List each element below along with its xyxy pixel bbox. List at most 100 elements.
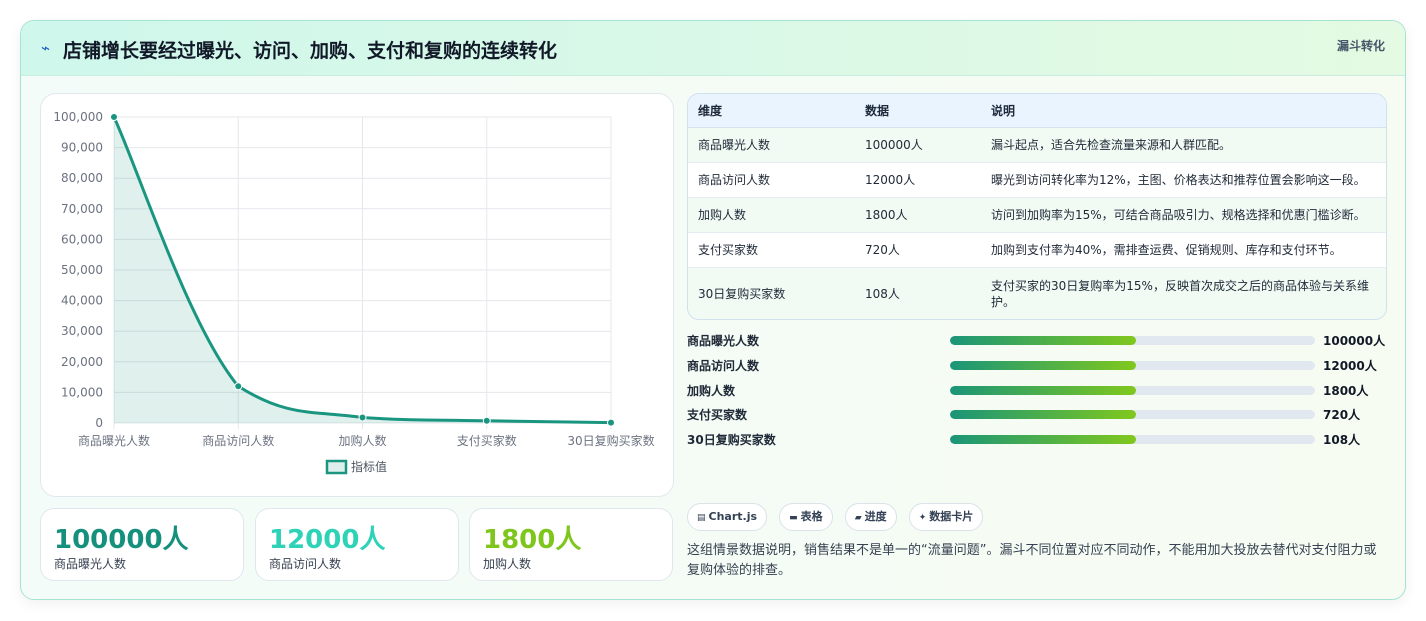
progress-fill bbox=[950, 385, 1137, 395]
sparkle-icon: ✦ bbox=[918, 513, 927, 523]
column-header: 说明 bbox=[981, 94, 1386, 128]
progress-value: 720人 bbox=[1323, 408, 1361, 423]
stat-label: 商品曝光人数 bbox=[54, 557, 127, 571]
tech-chips: ▤ Chart.js ▬ 表格 ▰ 进度 ✦ 数据卡片 bbox=[687, 503, 990, 531]
y-tick-label: 10,000 bbox=[61, 385, 103, 399]
data-table: 维度 数据 说明 商品曝光人数 100000人 漏斗起点，适合先检查流量来源和人… bbox=[687, 93, 1387, 320]
y-tick-label: 0 bbox=[95, 416, 103, 430]
stat-value: 100000人 bbox=[54, 525, 189, 555]
stat-value: 12000人 bbox=[269, 525, 386, 555]
progress-value: 1800人 bbox=[1323, 383, 1369, 398]
table-cell: 1800人 bbox=[855, 197, 981, 233]
progress-track bbox=[950, 410, 1315, 420]
data-point bbox=[110, 113, 118, 121]
stat-label: 加购人数 bbox=[483, 557, 532, 571]
page-title: 店铺增长要经过曝光、访问、加购、支付和复购的连续转化 bbox=[63, 40, 558, 62]
x-tick-label: 商品曝光人数 bbox=[78, 433, 150, 448]
chip-data-card[interactable]: ✦ 数据卡片 bbox=[908, 503, 984, 531]
progress-row: 支付买家数 720人 bbox=[687, 403, 1387, 428]
y-tick-label: 100,000 bbox=[53, 110, 103, 124]
table-cell: 30日复购买家数 bbox=[688, 267, 855, 319]
table-icon: ▬ bbox=[789, 513, 798, 523]
funnel-card: ⌁ 店铺增长要经过曝光、访问、加购、支付和复购的连续转化 漏斗转化 0 10,00… bbox=[20, 20, 1406, 600]
table-cell: 漏斗起点，适合先检查流量来源和人群匹配。 bbox=[981, 127, 1386, 163]
y-tick-label: 60,000 bbox=[61, 232, 103, 246]
card-header: ⌁ 店铺增长要经过曝光、访问、加购、支付和复购的连续转化 漏斗转化 bbox=[21, 21, 1405, 76]
description-text: 这组情景数据说明，销售结果不是单一的“流量问题”。漏斗不同位置对应不同动作，不能… bbox=[687, 543, 1377, 578]
y-tick-label: 40,000 bbox=[61, 294, 103, 308]
table-cell: 支付买家数 bbox=[688, 232, 855, 268]
progress-track bbox=[950, 385, 1315, 395]
progress-label: 支付买家数 bbox=[687, 408, 748, 423]
stat-card-visit: 12000人 商品访问人数 bbox=[255, 508, 459, 581]
progress-label: 商品曝光人数 bbox=[687, 334, 760, 348]
lightning-icon: ⌁ bbox=[41, 39, 51, 57]
data-point bbox=[234, 382, 243, 391]
legend-swatch bbox=[325, 459, 348, 475]
progress-row: 30日复购买家数 108人 bbox=[687, 428, 1387, 453]
progress-label: 加购人数 bbox=[687, 383, 736, 398]
table-cell: 12000人 bbox=[855, 162, 981, 198]
table-cell: 访问到加购率为15%，可结合商品吸引力、规格选择和优惠门槛诊断。 bbox=[981, 197, 1386, 233]
progress-list: 商品曝光人数 100000人 商品访问人数 12000人 加购人数 1800人 … bbox=[687, 329, 1387, 453]
progress-row: 商品访问人数 12000人 bbox=[687, 354, 1387, 379]
table-cell: 曝光到访问转化率为12%，主图、价格表达和推荐位置会影响这一段。 bbox=[981, 162, 1386, 198]
x-tick-label: 30日复购买家数 bbox=[567, 433, 654, 448]
y-tick-label: 50,000 bbox=[61, 263, 103, 277]
chart-canvas: 0 10,000 20,000 30,000 40,000 50,000 60,000 70,… bbox=[53, 110, 655, 475]
table-header-row: 维度 数据 说明 bbox=[688, 94, 1386, 128]
column-header: 维度 bbox=[688, 94, 855, 128]
progress-row: 加购人数 1800人 bbox=[687, 379, 1387, 404]
progress-label: 30日复购买家数 bbox=[687, 433, 776, 448]
table-row: 30日复购买家数 108人 支付买家的30日复购率为15%，反映首次成交之后的商… bbox=[688, 267, 1386, 319]
progress-track bbox=[950, 336, 1315, 345]
progress-value: 12000人 bbox=[1323, 358, 1377, 373]
y-tick-label: 90,000 bbox=[61, 141, 103, 155]
folder-icon: ▰ bbox=[854, 513, 862, 523]
data-point bbox=[607, 418, 615, 427]
x-tick-label: 支付买家数 bbox=[457, 433, 517, 448]
table-cell: 加购人数 bbox=[688, 197, 855, 233]
table-cell: 100000人 bbox=[855, 127, 981, 163]
table-row: 商品曝光人数 100000人 漏斗起点，适合先检查流量来源和人群匹配。 bbox=[688, 127, 1386, 163]
column-header: 数据 bbox=[855, 94, 981, 128]
y-tick-label: 30,000 bbox=[61, 324, 103, 338]
table-cell: 108人 bbox=[855, 267, 981, 319]
table-cell: 商品访问人数 bbox=[688, 162, 855, 198]
progress-track bbox=[950, 435, 1315, 445]
table-row: 加购人数 1800人 访问到加购率为15%，可结合商品吸引力、规格选择和优惠门槛… bbox=[688, 197, 1386, 233]
y-tick-label: 80,000 bbox=[61, 171, 103, 185]
progress-fill bbox=[950, 360, 1137, 370]
table-row: 支付买家数 720人 加购到支付率为40%，需排查运费、促销规则、库存和支付环节… bbox=[688, 232, 1386, 268]
x-tick-label: 加购人数 bbox=[338, 433, 386, 448]
table-cell: 720人 bbox=[855, 232, 981, 268]
progress-value: 108人 bbox=[1323, 433, 1361, 448]
progress-label: 商品访问人数 bbox=[687, 358, 760, 373]
chip-chartjs[interactable]: ▤ Chart.js bbox=[687, 503, 768, 531]
data-point bbox=[482, 416, 491, 425]
chip-table[interactable]: ▬ 表格 bbox=[779, 503, 833, 531]
stat-label: 商品访问人数 bbox=[269, 557, 342, 571]
chart-icon: ▤ bbox=[697, 513, 706, 523]
y-tick-label: 20,000 bbox=[61, 355, 103, 369]
progress-fill bbox=[950, 336, 1137, 345]
table-row: 商品访问人数 12000人 曝光到访问转化率为12%，主图、价格表达和推荐位置会… bbox=[688, 162, 1386, 198]
stat-card-cart: 1800人 加购人数 bbox=[469, 508, 673, 581]
chip-progress[interactable]: ▰ 进度 bbox=[844, 503, 897, 531]
y-tick-label: 70,000 bbox=[61, 202, 103, 216]
x-tick-label: 商品访问人数 bbox=[202, 433, 274, 448]
table-cell: 商品曝光人数 bbox=[688, 127, 855, 163]
legend-label: 指标值 bbox=[351, 459, 387, 474]
progress-fill bbox=[950, 410, 1137, 420]
table-cell: 支付买家的30日复购率为15%，反映首次成交之后的商品体验与关系维护。 bbox=[981, 267, 1386, 319]
table-cell: 加购到支付率为40%，需排查运费、促销规则、库存和支付环节。 bbox=[981, 232, 1386, 268]
stat-card-exposure: 100000人 商品曝光人数 bbox=[40, 508, 244, 581]
stat-value: 1800人 bbox=[483, 525, 582, 555]
progress-fill bbox=[950, 435, 1137, 445]
line-chart: 0 10,000 20,000 30,000 40,000 50,000 60,000 70,… bbox=[40, 93, 674, 497]
progress-value: 100000人 bbox=[1323, 334, 1386, 348]
category-tag: 漏斗转化 bbox=[1336, 39, 1385, 53]
data-point bbox=[358, 413, 367, 422]
progress-row: 商品曝光人数 100000人 bbox=[687, 329, 1387, 354]
progress-track bbox=[950, 360, 1315, 370]
